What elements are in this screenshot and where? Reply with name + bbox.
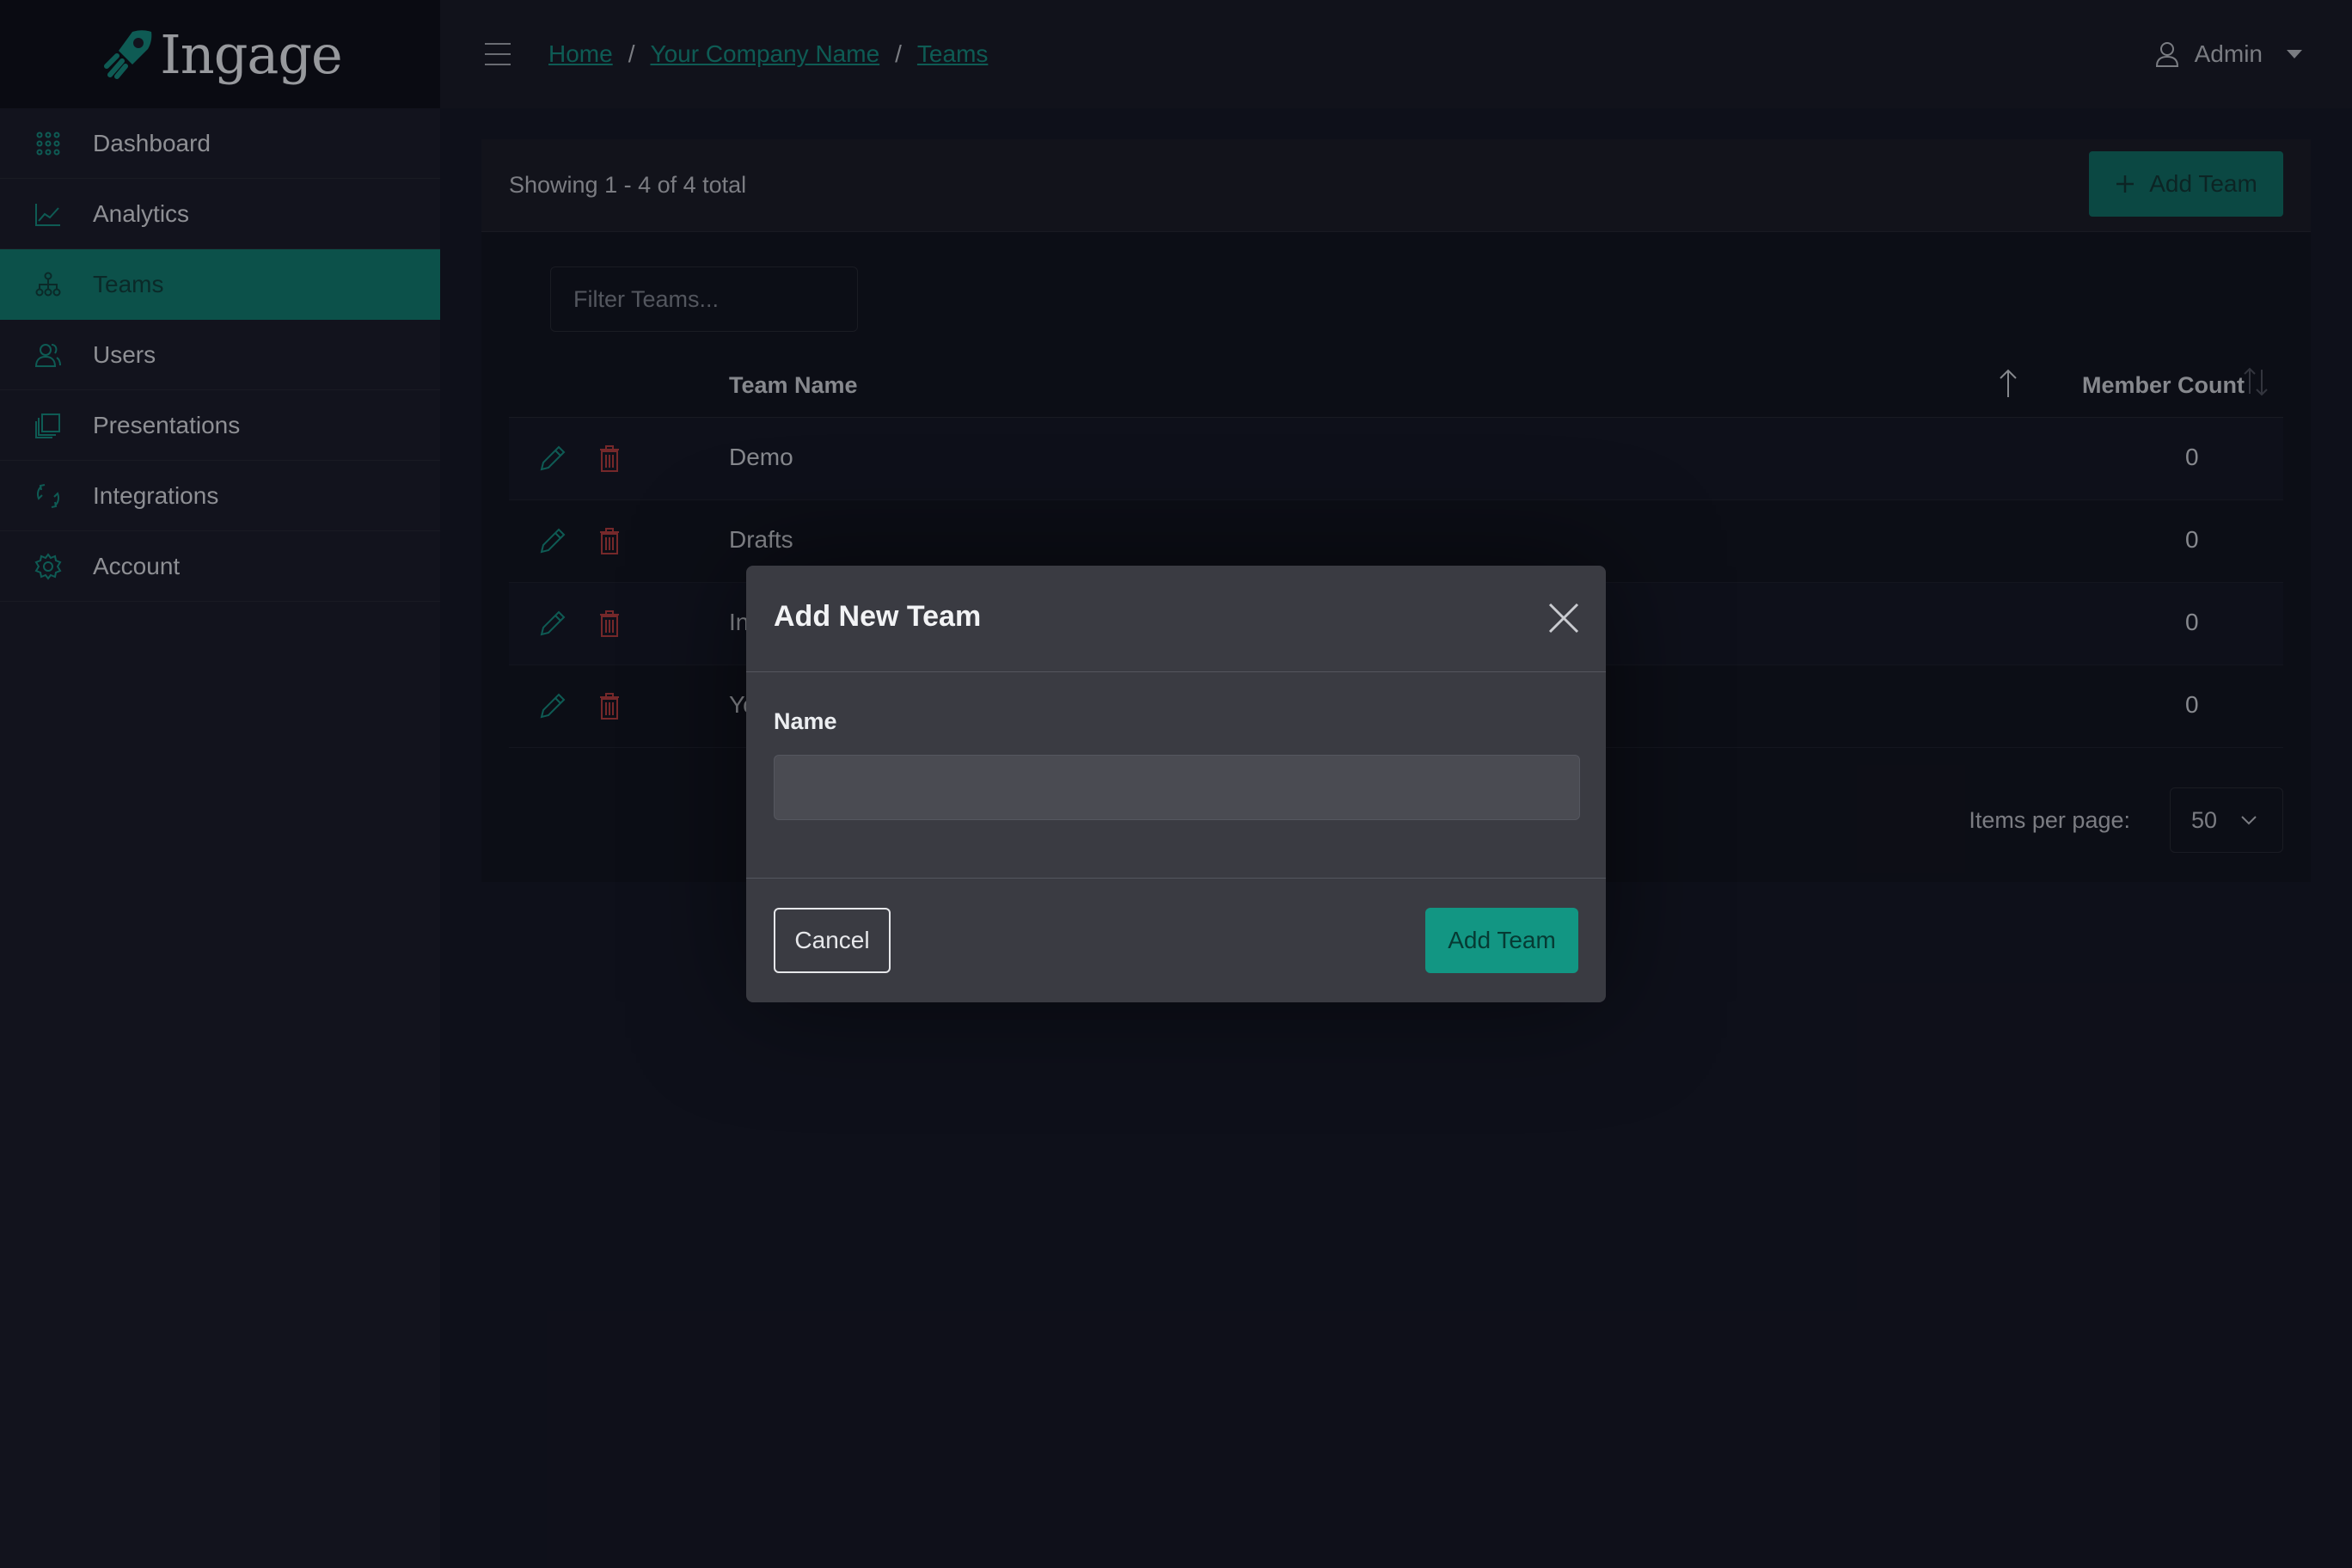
modal-footer: Cancel Add Team — [746, 879, 1606, 1002]
cancel-button[interactable]: Cancel — [774, 908, 891, 973]
close-icon[interactable] — [1547, 602, 1580, 634]
team-name-input[interactable] — [774, 755, 1580, 820]
modal-header: Add New Team — [746, 566, 1606, 672]
modal-title: Add New Team — [774, 600, 982, 633]
add-team-modal: Add New Team Name Cancel Add Team — [746, 566, 1606, 1002]
submit-add-team-button[interactable]: Add Team — [1425, 908, 1578, 973]
modal-body: Name — [746, 672, 1606, 879]
name-field-label: Name — [774, 708, 837, 734]
